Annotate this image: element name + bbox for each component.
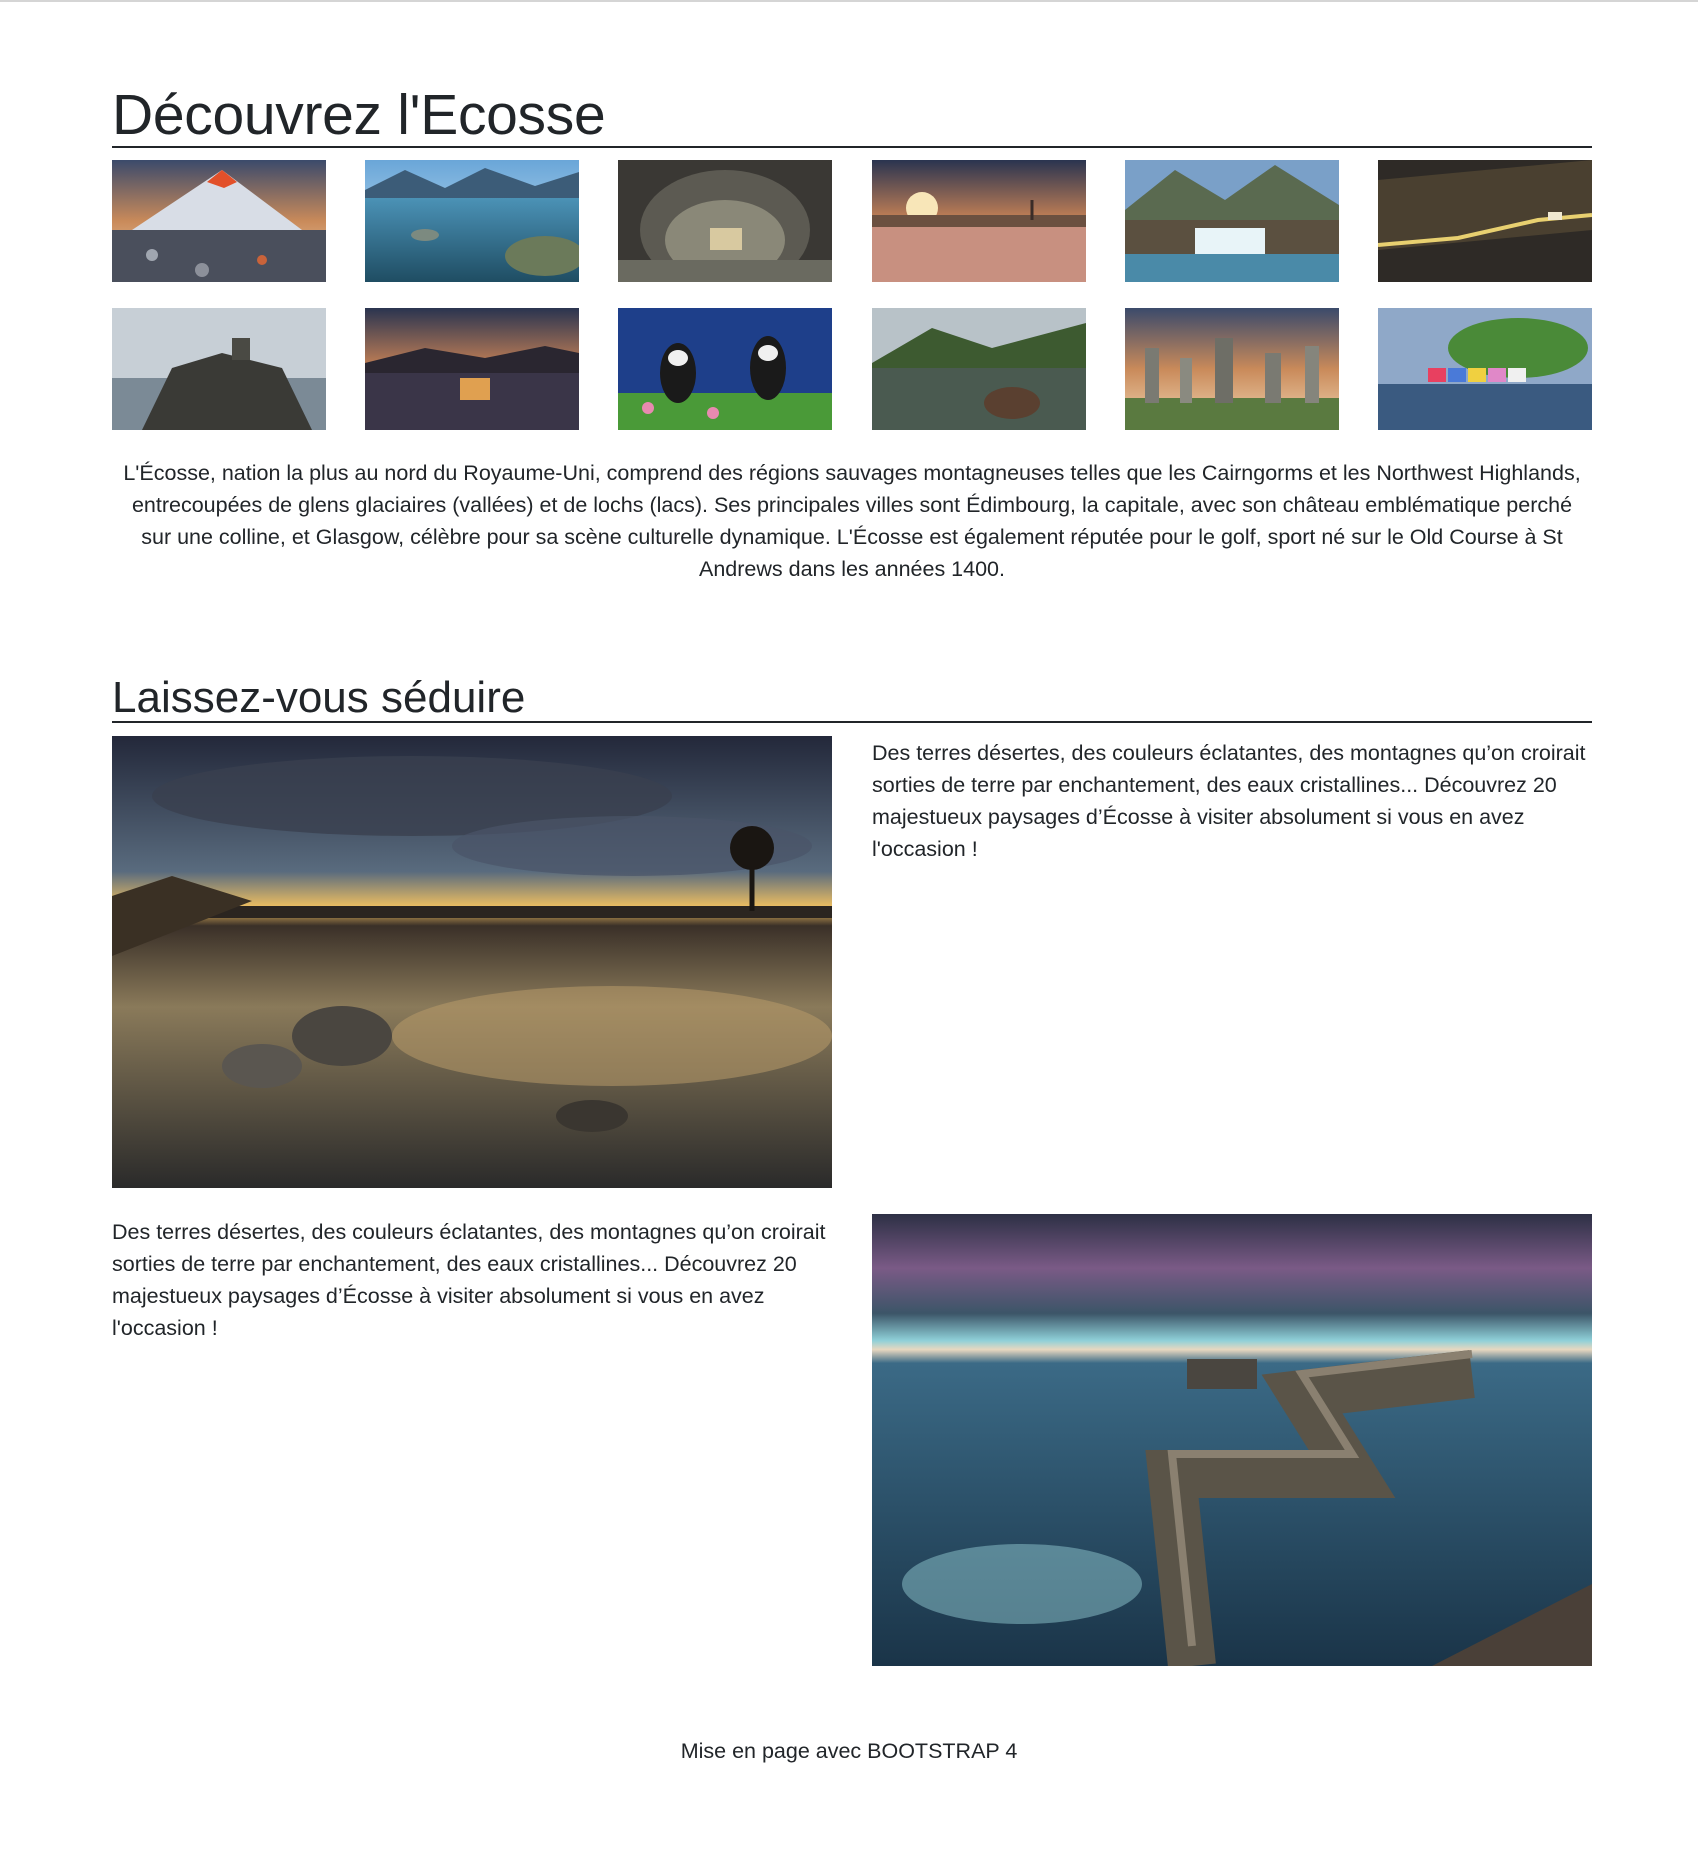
browser-top-border xyxy=(0,0,1698,2)
block1-text: Des terres désertes, des couleurs éclata… xyxy=(872,741,1586,861)
thumbnail-gallery xyxy=(112,160,1592,430)
intro-paragraph: L'Écosse, nation la plus au nord du Roya… xyxy=(112,457,1592,585)
title-rule-discover xyxy=(112,146,1592,148)
intro-text: L'Écosse, nation la plus au nord du Roya… xyxy=(123,461,1581,581)
image-sunset-loch-reflection[interactable] xyxy=(112,736,832,1188)
thumbnail-dark-hill-road[interactable] xyxy=(1377,160,1592,282)
thumbnail-waterfall[interactable] xyxy=(1124,160,1339,282)
thumbnail-puffins[interactable] xyxy=(618,308,833,430)
seduce-section: Laissez-vous séduire xyxy=(112,673,1592,723)
section-title-discover: Découvrez l'Ecosse xyxy=(112,83,606,147)
thumbnail-standing-stones[interactable] xyxy=(1124,308,1339,430)
title-rule-seduce xyxy=(112,721,1592,723)
discover-section: Découvrez l'Ecosse xyxy=(112,84,1592,146)
footer: Mise en page avec BOOTSTRAP 4 xyxy=(0,1735,1698,1767)
divider xyxy=(112,146,1592,148)
block2-text: Des terres désertes, des couleurs éclata… xyxy=(112,1220,826,1340)
thumbnail-blue-loch[interactable] xyxy=(365,160,580,282)
divider xyxy=(112,721,1592,723)
image-zigzag-pier[interactable] xyxy=(872,1214,1592,1666)
footer-text: Mise en page avec BOOTSTRAP 4 xyxy=(680,1739,1018,1763)
thumbnail-harbour-village[interactable] xyxy=(1377,308,1592,430)
thumbnail-loch-reflection[interactable] xyxy=(871,308,1086,430)
thumbnail-cave[interactable] xyxy=(618,160,833,282)
thumbnail-illuminated-castle[interactable] xyxy=(365,308,580,430)
thumbnail-volcano-mountain[interactable] xyxy=(112,160,326,282)
section-title-seduce: Laissez-vous séduire xyxy=(112,673,526,722)
thumbnail-misty-sunrise[interactable] xyxy=(871,160,1086,282)
thumbnail-cliff-castle[interactable] xyxy=(112,308,326,430)
